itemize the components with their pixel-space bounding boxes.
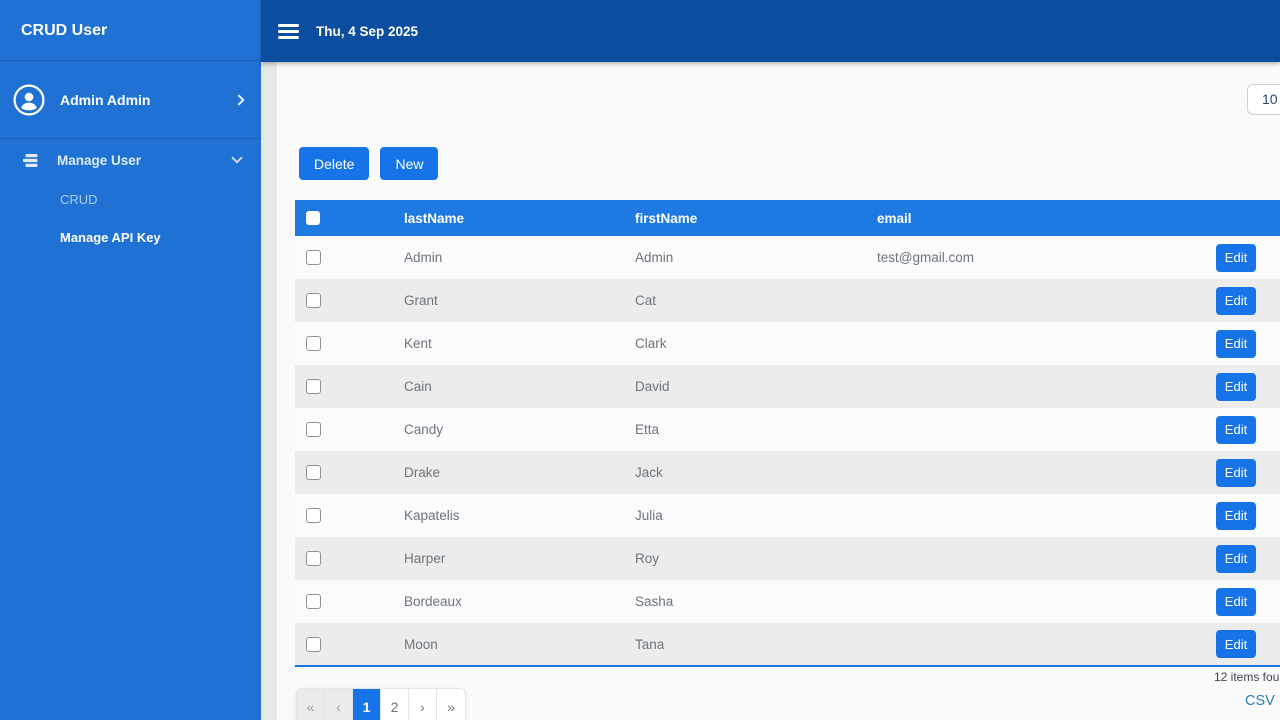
pagination-button[interactable]: › (409, 689, 437, 720)
cell-email (877, 365, 1216, 408)
cell-firstname: Tana (635, 636, 665, 652)
cell-lastname: Moon (404, 636, 438, 652)
sidebar-item-label: Manage User (57, 152, 142, 168)
delete-button[interactable]: Delete (299, 147, 370, 180)
cell-lastname: Kent (404, 336, 432, 351)
table-row: Harper Roy Edit (295, 537, 1280, 580)
cell-email (877, 451, 1216, 494)
cell-email (877, 322, 1216, 365)
row-checkbox[interactable] (306, 508, 321, 523)
sidebar-user-menu[interactable]: Admin Admin (0, 61, 261, 139)
table-row: Kent Clark Edit (295, 322, 1280, 365)
cell-email (877, 623, 1216, 666)
row-checkbox[interactable] (306, 422, 321, 437)
sidebar-item-manage-user[interactable]: Manage User (0, 139, 261, 181)
sidebar: CRUD User Admin Admin Manage User CRUD M… (0, 0, 261, 720)
cell-email: test@gmail.com (877, 250, 974, 265)
edit-button[interactable]: Edit (1216, 501, 1256, 530)
cell-lastname: Admin (404, 250, 443, 265)
edit-button[interactable]: Edit (1216, 415, 1256, 444)
user-name: Admin Admin (60, 91, 151, 108)
toolbar: Delete New (299, 147, 439, 180)
chevron-right-icon (233, 93, 245, 106)
cell-email (877, 408, 1216, 451)
column-header-actions (1216, 200, 1280, 236)
cell-lastname: Harper (404, 551, 446, 566)
edit-button[interactable]: Edit (1216, 329, 1256, 358)
row-checkbox[interactable] (306, 551, 321, 566)
row-checkbox[interactable] (306, 336, 321, 351)
cell-email (877, 537, 1216, 580)
cell-lastname: Kapatelis (404, 508, 460, 523)
menu-toggle-icon[interactable] (278, 23, 299, 39)
cell-firstname: Julia (635, 508, 663, 523)
table-row: Bordeaux Sasha Edit (295, 580, 1280, 623)
edit-button[interactable]: Edit (1216, 630, 1256, 658)
current-date: Thu, 4 Sep 2025 (316, 23, 419, 39)
cell-email (877, 494, 1216, 537)
cell-firstname: Admin (635, 250, 674, 265)
pagination-button[interactable]: » (437, 689, 465, 720)
table-row: Grant Cat Edit (295, 279, 1280, 322)
sidebar-item-manage-api-key[interactable]: Manage API Key (0, 219, 261, 257)
row-checkbox[interactable] (306, 636, 321, 652)
items-found-label: 12 items found (1214, 670, 1280, 684)
cell-lastname: Candy (404, 422, 444, 437)
page-size-select[interactable]: 10 (1247, 84, 1280, 115)
topbar: Thu, 4 Sep 2025 (261, 0, 1280, 62)
export-links[interactable]: CSV | Excel (1245, 693, 1280, 709)
cell-email (877, 580, 1216, 623)
edit-button[interactable]: Edit (1216, 587, 1256, 616)
cell-firstname: Cat (635, 293, 657, 308)
select-all-checkbox[interactable] (306, 211, 320, 225)
column-header-email[interactable]: email (877, 200, 1216, 236)
table-row: Cain David Edit (295, 365, 1280, 408)
app-title: CRUD User (0, 0, 261, 61)
cell-lastname: Grant (404, 293, 438, 308)
edit-button[interactable]: Edit (1216, 458, 1256, 487)
cell-email (877, 279, 1216, 322)
pagination-button: ‹ (325, 689, 353, 720)
row-checkbox[interactable] (306, 379, 321, 394)
row-checkbox[interactable] (306, 293, 321, 308)
table-row: Candy Etta Edit (295, 408, 1280, 451)
table-row: Kapatelis Julia Edit (295, 494, 1280, 537)
pagination-button: « (297, 689, 325, 720)
column-header-firstname[interactable]: firstName (635, 200, 877, 236)
row-checkbox[interactable] (306, 250, 321, 265)
edit-button[interactable]: Edit (1216, 286, 1256, 315)
cell-firstname: David (635, 379, 670, 394)
cell-lastname: Bordeaux (404, 594, 462, 609)
column-header-lastname[interactable]: lastName (404, 200, 635, 236)
edit-button[interactable]: Edit (1216, 544, 1256, 573)
row-checkbox[interactable] (306, 594, 321, 609)
sidebar-item-crud[interactable]: CRUD (0, 181, 261, 219)
cell-firstname: Roy (635, 551, 660, 566)
table-row: Admin Admin test@gmail.com Edit (295, 236, 1280, 279)
cell-firstname: Etta (635, 422, 660, 437)
new-button[interactable]: New (380, 147, 439, 180)
cell-lastname: Cain (404, 379, 432, 394)
cell-lastname: Drake (404, 465, 441, 480)
table-row: Moon Tana Edit (295, 623, 1280, 666)
pagination-button[interactable]: 1 (353, 689, 381, 720)
row-checkbox[interactable] (306, 465, 321, 480)
table-header-row: lastName firstName email (295, 200, 1280, 236)
chevron-down-icon (231, 152, 243, 164)
scrollbar-track[interactable] (261, 62, 277, 720)
pagination-button[interactable]: 2 (381, 689, 409, 720)
avatar-icon (13, 84, 45, 116)
list-icon (23, 153, 40, 167)
edit-button[interactable]: Edit (1216, 372, 1256, 401)
table-row: Drake Jack Edit (295, 451, 1280, 494)
edit-button[interactable]: Edit (1216, 243, 1256, 272)
cell-firstname: Sasha (635, 594, 674, 609)
main-content: 10 Delete New lastName firstName email A… (261, 62, 1280, 720)
pagination: «‹ 1 2 ›» (296, 688, 466, 720)
cell-firstname: Jack (635, 465, 663, 480)
users-table: lastName firstName email Admin Admin test@… (295, 200, 1280, 670)
cell-firstname: Clark (635, 336, 667, 351)
